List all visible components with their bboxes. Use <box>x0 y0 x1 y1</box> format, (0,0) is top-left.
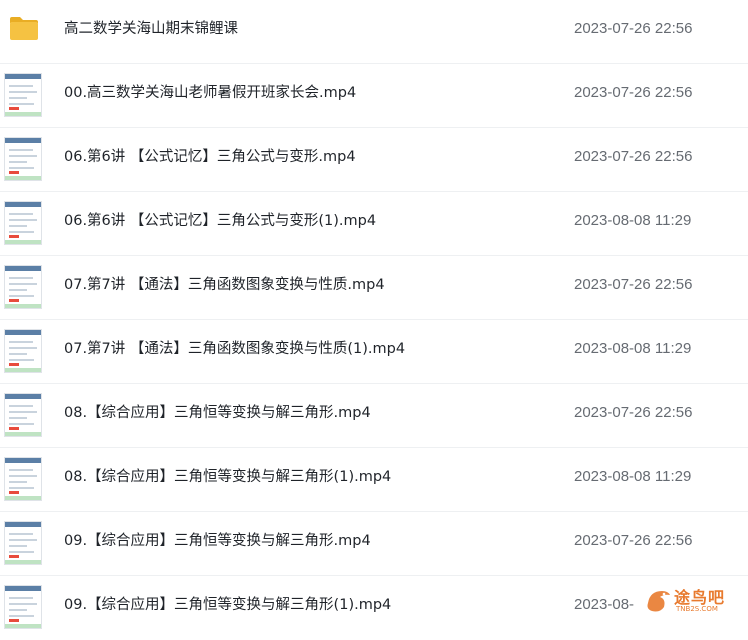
file-name[interactable]: 06.第6讲 【公式记忆】三角公式与变形(1).mp4 <box>64 192 376 256</box>
file-name[interactable]: 08.【综合应用】三角恒等变换与解三角形(1).mp4 <box>64 448 391 512</box>
file-row[interactable]: 09.【综合应用】三角恒等变换与解三角形(1).mp4 2023-08- <box>0 576 748 640</box>
file-name[interactable]: 07.第7讲 【通法】三角函数图象变换与性质.mp4 <box>64 256 385 320</box>
file-date: 2023-07-26 22:56 <box>574 532 693 549</box>
file-name[interactable]: 00.高三数学关海山老师暑假开班家长会.mp4 <box>64 64 356 128</box>
video-thumbnail-icon <box>4 393 42 437</box>
file-row[interactable]: 08.【综合应用】三角恒等变换与解三角形(1).mp4 2023-08-08 1… <box>0 448 748 512</box>
file-list: 高二数学关海山期末锦鲤课 2023-07-26 22:56 00.高三数学关海山… <box>0 0 748 629</box>
file-row[interactable]: 06.第6讲 【公式记忆】三角公式与变形.mp4 2023-07-26 22:5… <box>0 128 748 192</box>
site-watermark: 途鸟吧 TNB2S.COM <box>644 583 744 617</box>
file-date: 2023-07-26 22:56 <box>574 148 693 165</box>
file-row[interactable]: 高二数学关海山期末锦鲤课 2023-07-26 22:56 <box>0 0 748 64</box>
file-row[interactable]: 09.【综合应用】三角恒等变换与解三角形.mp4 2023-07-26 22:5… <box>0 512 748 576</box>
file-date: 2023-07-26 22:56 <box>574 404 693 421</box>
video-thumbnail-icon <box>4 329 42 373</box>
file-date: 2023-08-08 11:29 <box>574 340 692 357</box>
video-thumbnail-icon <box>4 137 42 181</box>
file-name[interactable]: 06.第6讲 【公式记忆】三角公式与变形.mp4 <box>64 128 356 192</box>
video-thumbnail-icon <box>4 457 42 501</box>
file-name[interactable]: 09.【综合应用】三角恒等变换与解三角形(1).mp4 <box>64 576 391 640</box>
file-row[interactable]: 00.高三数学关海山老师暑假开班家长会.mp4 2023-07-26 22:56 <box>0 64 748 128</box>
file-date: 2023-07-26 22:56 <box>574 20 693 37</box>
bird-logo-icon <box>647 591 670 612</box>
file-name[interactable]: 09.【综合应用】三角恒等变换与解三角形.mp4 <box>64 512 371 576</box>
video-thumbnail-icon <box>4 73 42 117</box>
file-date: 2023-07-26 22:56 <box>574 84 693 101</box>
file-date: 2023-07-26 22:56 <box>574 276 693 293</box>
file-row[interactable]: 07.第7讲 【通法】三角函数图象变换与性质(1).mp4 2023-08-08… <box>0 320 748 384</box>
video-thumbnail-icon <box>4 201 42 245</box>
file-name[interactable]: 08.【综合应用】三角恒等变换与解三角形.mp4 <box>64 384 371 448</box>
video-thumbnail-icon <box>4 585 42 629</box>
file-name[interactable]: 高二数学关海山期末锦鲤课 <box>64 0 238 64</box>
video-thumbnail-icon <box>4 265 42 309</box>
file-name[interactable]: 07.第7讲 【通法】三角函数图象变换与性质(1).mp4 <box>64 320 405 384</box>
folder-icon <box>10 17 38 40</box>
watermark-subtext: TNB2S.COM <box>676 605 718 613</box>
file-date: 2023-08-08 11:29 <box>574 468 692 485</box>
video-thumbnail-icon <box>4 521 42 565</box>
file-row[interactable]: 08.【综合应用】三角恒等变换与解三角形.mp4 2023-07-26 22:5… <box>0 384 748 448</box>
file-date: 2023-08-08 11:29 <box>574 212 692 229</box>
file-row[interactable]: 07.第7讲 【通法】三角函数图象变换与性质.mp4 2023-07-26 22… <box>0 256 748 320</box>
file-date: 2023-08- <box>574 596 635 613</box>
file-row[interactable]: 06.第6讲 【公式记忆】三角公式与变形(1).mp4 2023-08-08 1… <box>0 192 748 256</box>
